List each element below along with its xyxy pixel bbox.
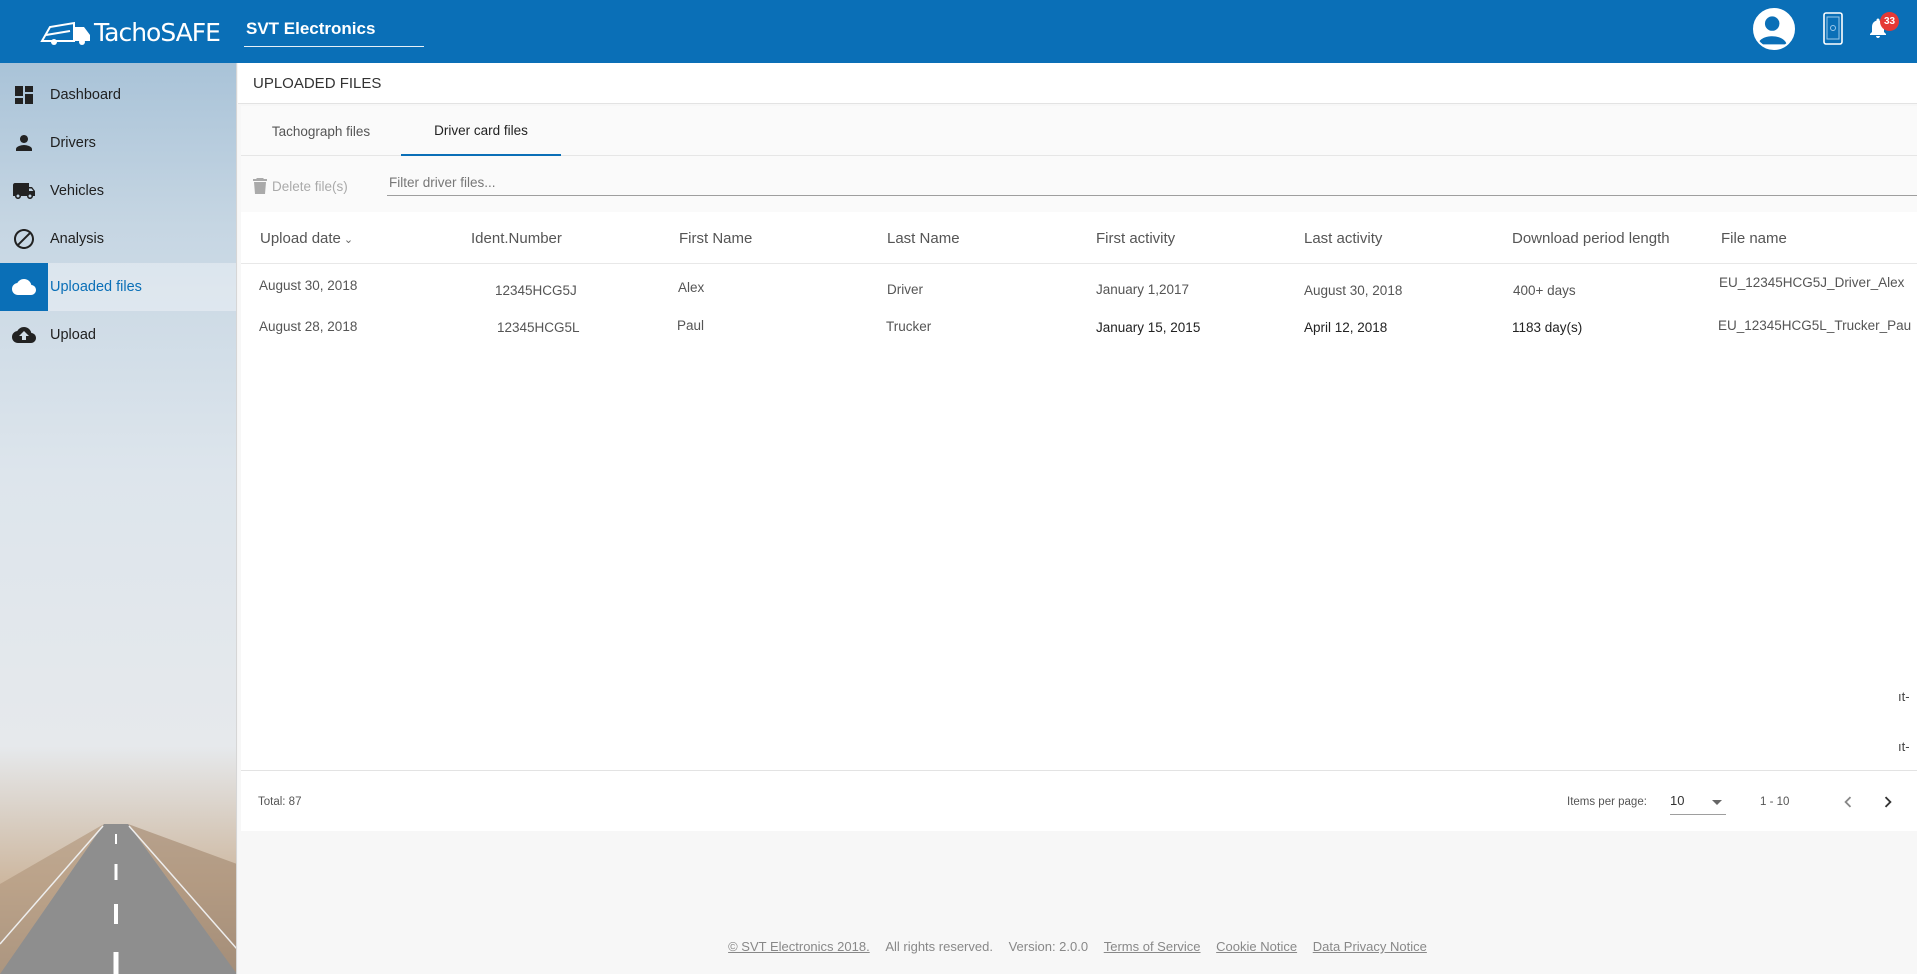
files-card: Tachograph files Driver card files Delet… [241,106,1917,831]
column-header-ident-number[interactable]: Ident.Number [471,230,562,247]
next-page-button[interactable] [1874,788,1902,816]
sidebar-item-label: Drivers [50,135,96,151]
column-header-upload-date[interactable]: Upload date ⌄ [260,230,353,247]
cloud-upload-icon [12,327,36,343]
sidebar-item-label: Uploaded files [50,279,142,295]
toolbar: Delete file(s) [241,156,1917,212]
data-privacy-notice-link[interactable]: Data Privacy Notice [1313,939,1427,954]
dashboard-icon [15,86,33,104]
company-selector[interactable]: SVT Electronics [244,17,424,47]
truck-icon [13,183,35,199]
column-header-last-activity[interactable]: Last activity [1304,230,1382,247]
main-content: UPLOADED FILES Tachograph files Driver c… [238,63,1917,974]
page-title: UPLOADED FILES [253,75,382,92]
table-header-row: Upload date ⌄ Ident.Number First Name Las… [241,214,1917,264]
sidebar-item-vehicles[interactable]: Vehicles [0,167,236,215]
cell-last-name: Trucker [886,319,932,334]
sidebar-item-label: Dashboard [50,87,121,103]
table-row[interactable]: August 30, 2018 12345HCG5J Alex Driver J… [241,264,1917,313]
notification-badge: 33 [1880,12,1899,31]
previous-page-button[interactable] [1834,788,1862,816]
table-row[interactable]: August 28, 2018 12345HCG5L Paul Trucker … [241,313,1917,362]
truck-logo-icon [40,21,90,45]
person-icon [16,135,32,151]
items-per-page-select[interactable]: 10 [1670,789,1726,815]
sidebar-item-analysis[interactable]: Analysis [0,215,236,263]
cell-last-name: Driver [887,282,923,297]
items-per-page-value: 10 [1670,793,1685,808]
cell-upload-date: August 28, 2018 [259,319,358,334]
chevron-right-icon [1884,796,1892,808]
total-count: Total: 87 [258,796,302,808]
cell-first-name: Paul [677,318,705,333]
logo-text: TachoSAFE [94,17,221,47]
caret-down-icon [1712,800,1722,805]
sidebar: Dashboard Drivers Vehicles Analysis Uplo… [0,63,237,974]
column-header-first-activity[interactable]: First activity [1096,230,1175,247]
filter-driver-files-input[interactable] [387,170,1917,196]
sidebar-item-upload[interactable]: Upload [0,311,236,359]
cell-ident-number: 12345HCG5L [497,320,580,335]
page-header: UPLOADED FILES [238,63,1917,104]
cell-file-name: EU_12345HCG5L_Trucker_Pau [1718,318,1912,333]
cell-ident-number: 12345HCG5J [495,283,577,298]
tab-bar: Tachograph files Driver card files [241,106,1917,156]
copyright-link[interactable]: © SVT Electronics 2018. [728,939,870,954]
column-header-first-name[interactable]: First Name [679,230,752,247]
overflow-text-fragment: ıt- [1898,739,1910,754]
page-range: 1 - 10 [1760,796,1790,808]
delete-files-button[interactable]: Delete file(s) [252,177,348,195]
cell-download-period: 1183 day(s) [1512,320,1583,335]
road-background-image [0,824,236,974]
cell-file-name: EU_12345HCG5J_Driver_Alex [1719,275,1905,290]
tab-tachograph-files[interactable]: Tachograph files [246,106,396,156]
cell-last-activity: April 12, 2018 [1304,320,1388,335]
cell-first-activity: January 15, 2015 [1096,320,1201,335]
chevron-down-icon: ⌄ [343,234,354,246]
account-button[interactable] [1753,8,1795,50]
app-logo[interactable]: TachoSAFE [40,14,221,50]
paginator: Total: 87 Items per page: 10 1 - 10 [241,770,1917,831]
sidebar-item-uploaded-files[interactable]: Uploaded files [0,263,236,311]
block-icon [14,229,34,249]
tab-driver-card-files[interactable]: Driver card files [401,106,561,156]
rights-text: All rights reserved. [885,939,993,954]
cookie-notice-link[interactable]: Cookie Notice [1216,939,1297,954]
top-bar: TachoSAFE SVT Electronics 33 [0,0,1917,63]
overflow-text-fragment: ıt- [1898,689,1910,704]
sidebar-item-dashboard[interactable]: Dashboard [0,71,236,119]
column-header-last-name[interactable]: Last Name [887,230,960,247]
column-header-file-name[interactable]: File name [1721,230,1787,247]
cell-first-name: Alex [678,280,705,295]
tablet-icon [1823,12,1843,45]
cell-last-activity: August 30, 2018 [1304,283,1403,298]
cell-download-period: 400+ days [1513,283,1576,298]
column-header-download-period[interactable]: Download period length [1512,230,1670,247]
delete-files-label: Delete file(s) [272,178,348,194]
device-button[interactable] [1821,12,1845,51]
account-circle-icon [1757,16,1787,45]
version-text: Version: 2.0.0 [1008,939,1089,954]
sidebar-item-drivers[interactable]: Drivers [0,119,236,167]
trash-icon [253,178,267,194]
items-per-page-label: Items per page: [1567,796,1647,808]
footer: © SVT Electronics 2018. All rights reser… [238,939,1917,954]
driver-files-table: Upload date ⌄ Ident.Number First Name Las… [241,214,1917,362]
sidebar-item-label: Vehicles [50,183,105,199]
cloud-icon [12,279,36,295]
cell-upload-date: August 30, 2018 [259,278,358,293]
terms-of-service-link[interactable]: Terms of Service [1104,939,1201,954]
sidebar-item-label: Upload [50,327,96,343]
chevron-left-icon [1844,796,1852,808]
cell-first-activity: January 1,2017 [1096,282,1190,297]
sidebar-item-label: Analysis [50,231,104,247]
